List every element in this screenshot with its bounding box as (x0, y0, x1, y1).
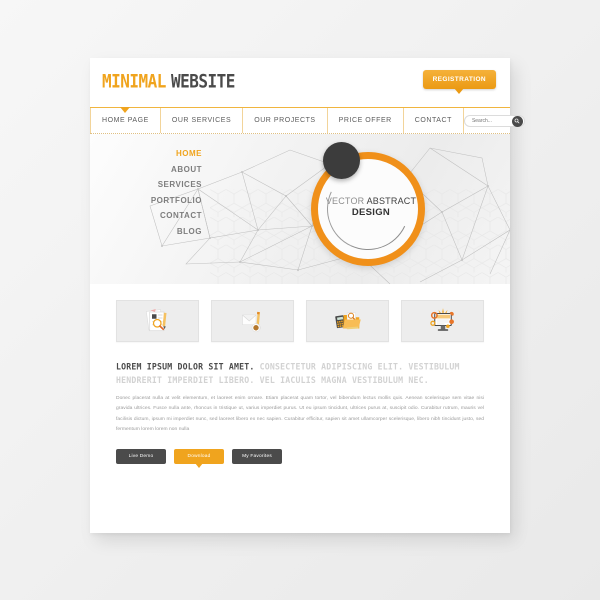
logo-text-primary: MINIMAL (102, 69, 166, 92)
body-paragraph: Donec placerat nulla at velit elementum,… (116, 396, 484, 432)
content-section: LOREM IPSUM DOLOR SIT AMET. CONSECTETUR … (90, 342, 510, 435)
thumbnail-folder[interactable] (306, 300, 389, 342)
envelope-pencil-coffee-icon (241, 311, 262, 333)
nav-item-contact[interactable]: CONTACT (404, 108, 464, 133)
lead-headline: LOREM IPSUM DOLOR SIT AMET. CONSECTETUR … (116, 360, 484, 387)
side-menu-item-blog[interactable]: BLOG (112, 227, 202, 236)
live-demo-button[interactable]: Live Demo (116, 448, 166, 464)
side-menu-item-services[interactable]: SERVICES (112, 181, 202, 189)
download-button[interactable]: Download (174, 448, 224, 468)
documents-magnifier-pencil-icon (145, 309, 166, 332)
nav-item-our-projects[interactable]: OUR PROJECTS (243, 108, 328, 133)
registration-button-wrap: REGISTRATION (422, 70, 496, 94)
main-navigation: HOME PAGE OUR SERVICES OUR PROJECTS PRIC… (90, 107, 525, 134)
action-button-row: Live Demo Download My Favorites (90, 435, 510, 468)
side-menu-item-portfolio[interactable]: PORTFOLIO (112, 196, 202, 205)
thumbnail-mail[interactable] (211, 300, 294, 342)
lead-headline-strong: LOREM IPSUM DOLOR SIT AMET. (116, 361, 255, 372)
hero-side-menu: HOME ABOUT SERVICES PORTFOLIO CONTACT BL… (112, 150, 202, 243)
side-menu-item-home[interactable]: HOME (112, 150, 202, 158)
search-icon (515, 118, 520, 124)
thumbnail-website[interactable] (401, 300, 484, 342)
nav-item-price-offer[interactable]: PRICE OFFER (328, 108, 404, 133)
badge-word-design: DESIGN (351, 207, 391, 219)
registration-pointer-icon (454, 88, 465, 94)
side-menu-item-about[interactable]: ABOUT (112, 165, 202, 174)
page-background: MINIMAL WEBSITE REGISTRATION HOME PAGE O… (0, 0, 600, 600)
badge-word-vector: VECTOR (325, 196, 367, 206)
registration-button[interactable]: REGISTRATION (422, 70, 496, 89)
thumbnail-documents[interactable] (116, 300, 199, 342)
side-menu-item-contact[interactable]: CONTACT (112, 212, 202, 220)
monitor-gears-web-icon (429, 308, 454, 331)
hero-badge-text: VECTOR ABSTRACT DESIGN (319, 196, 423, 219)
my-favorites-button[interactable]: My Favorites (232, 448, 282, 464)
site-logo[interactable]: MINIMAL WEBSITE (102, 69, 235, 92)
calculator-folder-icon (334, 312, 361, 330)
logo-text-secondary: WEBSITE (170, 69, 235, 92)
hero-circle-graphic: VECTOR ABSTRACT DESIGN (303, 142, 433, 274)
search-button[interactable] (511, 115, 523, 127)
site-header: MINIMAL WEBSITE REGISTRATION (90, 58, 510, 108)
feature-thumbnail-row (90, 284, 510, 342)
hero-banner: HOME ABOUT SERVICES PORTFOLIO CONTACT BL… (90, 134, 510, 284)
dark-circle-icon (323, 142, 360, 179)
nav-item-our-services[interactable]: OUR SERVICES (161, 108, 244, 133)
badge-word-abstract: ABSTRACT (366, 196, 417, 206)
nav-item-home-page[interactable]: HOME PAGE (90, 107, 161, 133)
search-box (463, 114, 525, 127)
website-mockup-card: MINIMAL WEBSITE REGISTRATION HOME PAGE O… (90, 58, 525, 533)
